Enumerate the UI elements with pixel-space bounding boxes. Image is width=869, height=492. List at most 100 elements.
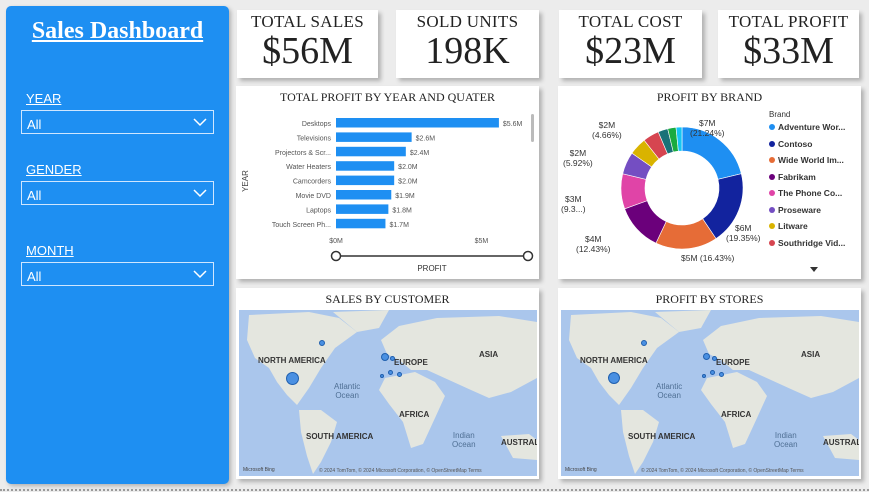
legend-item[interactable]: Fabrikam [769, 172, 816, 182]
kpi-card-total-sales: TOTAL SALES $56M [237, 10, 378, 78]
sales-by-customer-panel: SALES BY CUSTOMER NORTH AMERICA EUROPE A… [236, 288, 539, 479]
legend-item[interactable]: Adventure Wor... [769, 122, 845, 132]
bar-chart: Desktops $5.6M Televisions $2.6M Projectors … [241, 114, 534, 273]
map-label: SOUTH AMERICA [628, 432, 696, 441]
legend-dot [769, 206, 775, 213]
legend-title: Brand [769, 110, 791, 119]
gender-filter-dropdown[interactable]: All [21, 181, 214, 205]
chevron-down-icon [193, 118, 207, 127]
gender-filter-label: GENDER [26, 162, 82, 177]
kpi-value: 198K [425, 30, 510, 72]
map-bubble[interactable] [702, 374, 706, 378]
legend-dot [769, 223, 775, 229]
legend-dot [769, 190, 775, 196]
bar-data-label: $2.6M [416, 135, 436, 142]
map-bubble[interactable] [710, 370, 715, 375]
map-bubble[interactable] [319, 340, 325, 346]
bar[interactable] [336, 175, 395, 186]
chevron-down-icon [193, 189, 207, 198]
legend-dot [769, 124, 775, 130]
month-filter-label: MONTH [26, 243, 74, 258]
range-slider-start-handle[interactable] [330, 250, 342, 262]
map-bubble[interactable] [286, 372, 299, 385]
legend-dot [769, 173, 775, 180]
ocean-label: Indian Ocean [774, 431, 798, 449]
world-map[interactable]: NORTH AMERICA EUROPE ASIA AFRICA SOUTH A… [561, 310, 859, 476]
profit-by-brand-panel: PROFIT BY BRAND $7M (21.24%) $6M (19.35%) … [558, 86, 861, 279]
legend-scroll-down-icon[interactable] [810, 267, 818, 273]
bar-data-label: $2.0M [398, 179, 418, 186]
slice-label-fabrikam: $4M (12.43%) [576, 234, 611, 254]
kpi-value: $23M [585, 30, 676, 72]
profit-bar-chart-panel: TOTAL PROFIT BY YEAR AND QUATER Desktops… [236, 86, 539, 279]
bar-category-label: Projectors & Scr... [275, 150, 331, 157]
bar-category-label: Camcorders [293, 179, 332, 186]
map-bubble[interactable] [608, 372, 620, 384]
legend-item[interactable]: Wide World Im... [769, 155, 844, 165]
bar[interactable] [336, 190, 392, 200]
bar[interactable] [336, 161, 395, 171]
bar-category-label: Laptops [306, 207, 331, 214]
bar-category-label: Touch Screen Ph... [272, 222, 331, 229]
map-bubble[interactable] [712, 356, 717, 361]
legend-item[interactable]: Southridge Vid... [769, 238, 845, 248]
page-divider [0, 489, 869, 491]
map-bubble[interactable] [397, 372, 402, 377]
year-filter-value: All [27, 117, 42, 132]
year-filter-dropdown[interactable]: All [21, 110, 214, 134]
year-filter-label: YEAR [26, 91, 62, 106]
kpi-value: $33M [743, 30, 834, 72]
world-map[interactable]: NORTH AMERICA EUROPE ASIA AFRICA SOUTH A… [239, 310, 537, 476]
legend-item[interactable]: Proseware [769, 205, 821, 215]
map-bubble[interactable] [388, 370, 393, 375]
legend-label: Wide World Im... [778, 155, 844, 165]
slice-label-contoso: $6M (19.35%) [726, 223, 761, 243]
dashboard-title: Sales Dashboard [31, 18, 204, 44]
chevron-down-icon [193, 270, 207, 279]
bar[interactable] [336, 204, 389, 214]
map-bubble[interactable] [703, 353, 710, 360]
bar-data-label: $2.4M [410, 150, 430, 157]
map-label: AUSTRAL [501, 438, 537, 447]
map-label: SOUTH AMERICA [306, 432, 374, 441]
bar-category-label: Movie DVD [296, 193, 331, 200]
map-land [569, 310, 859, 474]
vertical-scrollbar[interactable] [531, 114, 534, 142]
y-axis-title: YEAR [241, 170, 250, 192]
bar[interactable] [336, 146, 406, 157]
legend-item[interactable]: Litware [769, 221, 808, 231]
map-bubble[interactable] [719, 372, 724, 377]
bar[interactable] [336, 132, 412, 142]
legend-label: Litware [778, 221, 808, 231]
slice-label-litware: $2M (4.66%) [592, 120, 622, 140]
kpi-value: $56M [262, 30, 353, 72]
slice-label-proseware: $2M (5.92%) [563, 148, 593, 168]
bar[interactable] [336, 218, 386, 229]
x-tick-label: $5M [475, 238, 489, 245]
map-label: ASIA [801, 350, 821, 359]
bing-logo: Microsoft Bing [243, 467, 275, 473]
bar-data-label: $1.8M [392, 207, 412, 214]
legend-label: The Phone Co... [778, 188, 843, 198]
bar[interactable] [336, 118, 499, 128]
legend-dot [769, 239, 775, 246]
ocean-label: Atlantic Ocean [334, 382, 361, 400]
map-label: EUROPE [716, 358, 750, 367]
slice-label-phone-company: $3M (9.3...) [561, 194, 586, 214]
legend-dot [769, 157, 775, 163]
bar-data-label: $2.0M [398, 164, 418, 171]
range-slider-end-handle[interactable] [522, 250, 534, 262]
x-axis-title: PROFIT [417, 264, 446, 273]
month-filter-dropdown[interactable]: All [21, 262, 214, 286]
map-label: AFRICA [721, 410, 752, 419]
legend-item[interactable]: The Phone Co... [769, 188, 842, 198]
map-label: EUROPE [394, 358, 428, 367]
kpi-card-total-profit: TOTAL PROFIT $33M [718, 10, 859, 78]
map-attribution[interactable]: © 2024 TomTom, © 2024 Microsoft Corporat… [641, 468, 804, 474]
map-bubble[interactable] [381, 353, 389, 361]
map-bubble[interactable] [390, 356, 395, 361]
map-bubble[interactable] [641, 340, 647, 346]
map-attribution[interactable]: © 2024 TomTom, © 2024 Microsoft Corporat… [319, 468, 482, 474]
legend-item[interactable]: Contoso [769, 139, 812, 149]
map-bubble[interactable] [380, 374, 384, 378]
